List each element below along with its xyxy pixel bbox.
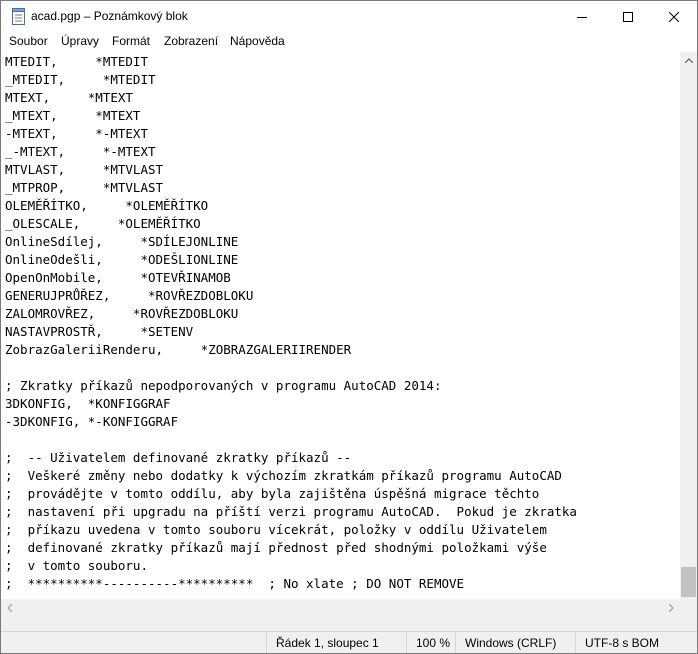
window-title: acad.pgp – Poznámkový blok: [31, 9, 188, 23]
scrollbar-corner: [680, 599, 697, 616]
maximize-icon: [623, 11, 633, 22]
status-separator: [1, 616, 697, 631]
chevron-right-icon: [669, 603, 674, 612]
status-bar: Řádek 1, sloupec 1 100 % Windows (CRLF) …: [1, 631, 697, 653]
vertical-scroll-thumb[interactable]: [681, 567, 696, 597]
editor-content[interactable]: MTEDIT, *MTEDIT _MTEDIT, *MTEDIT MTEXT, …: [5, 53, 577, 593]
chevron-left-icon: [7, 603, 12, 612]
menu-bar: Soubor Úpravy Formát Zobrazení Nápověda: [1, 32, 697, 52]
notepad-icon: [12, 8, 25, 25]
minimize-icon: [577, 16, 587, 18]
minimize-button[interactable]: [559, 1, 605, 32]
maximize-button[interactable]: [605, 1, 651, 32]
status-encoding: UTF-8 s BOM: [575, 632, 697, 653]
status-cursor-position: Řádek 1, sloupec 1: [266, 632, 406, 653]
notepad-window: acad.pgp – Poznámkový blok Soubor Úpravy…: [0, 0, 698, 654]
menu-format[interactable]: Formát: [112, 34, 150, 48]
text-editor[interactable]: MTEDIT, *MTEDIT _MTEDIT, *MTEDIT MTEXT, …: [1, 52, 680, 599]
scroll-left-button[interactable]: [1, 599, 18, 616]
vertical-scrollbar[interactable]: [680, 52, 697, 616]
scroll-up-button[interactable]: [680, 52, 697, 69]
menu-file[interactable]: Soubor: [9, 34, 48, 48]
menu-view[interactable]: Zobrazení: [164, 34, 218, 48]
title-bar[interactable]: acad.pgp – Poznámkový blok: [1, 1, 697, 32]
close-icon: [669, 11, 679, 22]
scroll-right-button[interactable]: [663, 599, 680, 616]
menu-help[interactable]: Nápověda: [230, 34, 285, 48]
horizontal-scrollbar[interactable]: [1, 599, 680, 616]
menu-edit[interactable]: Úpravy: [61, 34, 99, 48]
status-line-ending: Windows (CRLF): [455, 632, 575, 653]
chevron-up-icon: [684, 58, 693, 63]
close-button[interactable]: [651, 1, 697, 32]
status-zoom: 100 %: [406, 632, 455, 653]
